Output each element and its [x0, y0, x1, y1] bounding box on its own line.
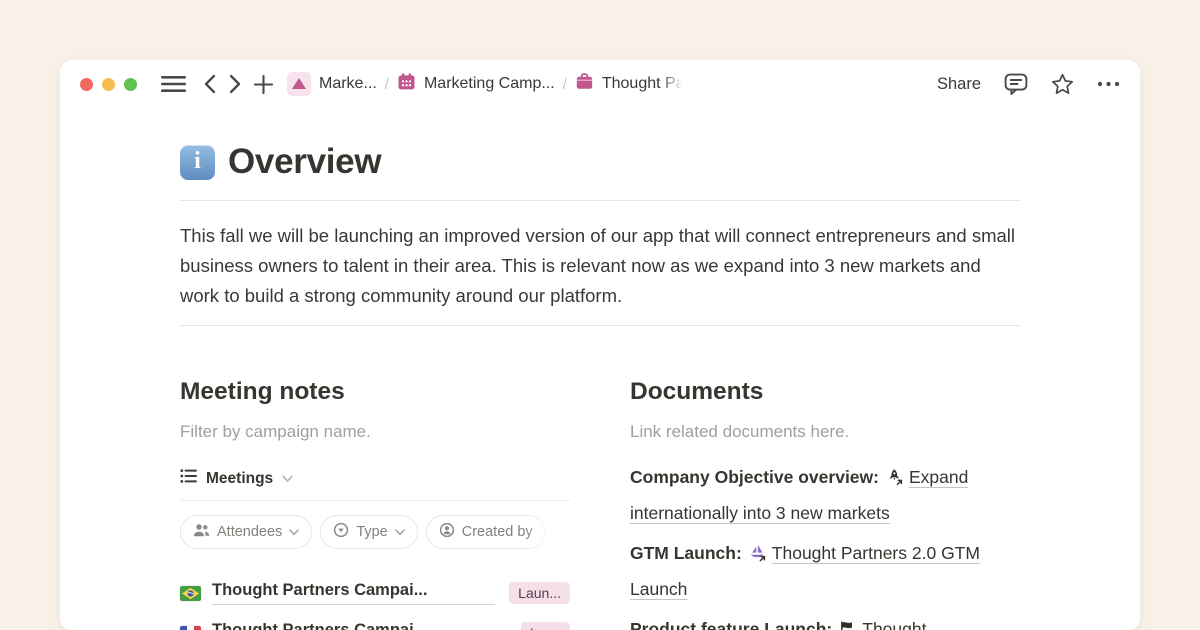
breadcrumb-label: Marke... — [319, 75, 377, 93]
status-badge: Laun... — [509, 582, 570, 604]
document-item: GTM Launch: Thought Partners 2.0 GTM Lau… — [630, 537, 1020, 606]
page-content: Overview This fall we will be launching … — [60, 142, 1140, 630]
filter-created-by[interactable]: Created by — [426, 515, 546, 549]
document-label: Product feature Launch: — [630, 619, 832, 630]
person-icon — [439, 522, 455, 542]
breadcrumb-separator: / — [385, 76, 389, 93]
filter-type[interactable]: Type — [320, 515, 417, 549]
filter-chips-row: Attendees Type — [180, 515, 570, 549]
new-page-icon[interactable] — [254, 75, 273, 94]
sailboat-icon — [749, 540, 767, 573]
filter-label: Type — [356, 524, 387, 540]
chevron-down-icon — [395, 524, 405, 540]
forward-icon[interactable] — [229, 74, 242, 94]
breadcrumb-thought-partners[interactable]: Thought Pa — [575, 72, 685, 96]
close-window-button[interactable] — [80, 78, 93, 91]
documents-subtext: Link related documents here. — [630, 422, 1020, 442]
document-item: Company Objective overview: Expand inter… — [630, 461, 1020, 530]
people-icon — [193, 523, 210, 542]
briefcase-icon — [575, 72, 594, 96]
calendar-icon — [397, 72, 416, 96]
select-icon — [333, 522, 349, 542]
comments-icon[interactable] — [1004, 73, 1028, 95]
traffic-lights — [80, 78, 137, 91]
chevron-down-icon — [282, 470, 293, 488]
breadcrumb: Marke... / Marketing Camp... / Thought P… — [287, 72, 685, 96]
meetings-view-selector[interactable]: Meetings — [180, 468, 570, 489]
brazil-flag-icon — [180, 586, 201, 601]
more-options-icon[interactable] — [1097, 81, 1120, 87]
share-button[interactable]: Share — [937, 75, 981, 94]
zoom-window-button[interactable] — [124, 78, 137, 91]
info-emoji-icon — [180, 145, 215, 180]
divider — [180, 325, 1020, 326]
rocket-icon — [886, 464, 904, 497]
status-badge: Laun — [521, 622, 570, 630]
list-view-icon — [180, 468, 197, 489]
document-item: Product feature Launch: Thought — [630, 613, 1020, 630]
divider — [180, 500, 570, 501]
chevron-down-icon — [289, 524, 299, 540]
topbar-actions: Share — [937, 73, 1120, 95]
flag-icon — [839, 616, 857, 630]
documents-heading: Documents — [630, 378, 1020, 406]
page-title-row: Overview — [180, 142, 1020, 182]
two-column-layout: Meeting notes Filter by campaign name. M… — [180, 378, 1020, 630]
back-icon[interactable] — [203, 74, 216, 94]
france-flag-icon — [180, 626, 201, 630]
document-label: GTM Launch: — [630, 543, 742, 563]
view-label: Meetings — [206, 470, 273, 488]
documents-column: Documents Link related documents here. C… — [630, 378, 1020, 630]
meeting-notes-column: Meeting notes Filter by campaign name. M… — [180, 378, 570, 630]
divider — [180, 200, 1020, 201]
meeting-list: Thought Partners Campai... Laun... Thoug… — [180, 581, 570, 630]
favorite-star-icon[interactable] — [1051, 73, 1074, 95]
document-label: Company Objective overview: — [630, 467, 879, 487]
breadcrumb-workspace[interactable]: Marke... — [287, 72, 377, 96]
breadcrumb-separator: / — [563, 76, 567, 93]
breadcrumb-label: Thought Pa — [602, 75, 685, 93]
window-topbar: Marke... / Marketing Camp... / Thought P… — [60, 60, 1140, 108]
filter-label: Attendees — [217, 524, 282, 540]
sidebar-toggle-icon[interactable] — [161, 75, 186, 93]
triangle-logo-icon — [287, 72, 311, 96]
page-title: Overview — [228, 142, 381, 182]
minimize-window-button[interactable] — [102, 78, 115, 91]
intro-paragraph: This fall we will be launching an improv… — [180, 221, 1020, 311]
meeting-page-link[interactable]: Thought Partners Campai... — [212, 581, 495, 605]
meeting-row[interactable]: Thought Partners Campai... Laun... — [180, 581, 570, 605]
breadcrumb-label: Marketing Camp... — [424, 75, 555, 93]
document-page-link[interactable]: Thought — [862, 619, 926, 630]
meeting-notes-heading: Meeting notes — [180, 378, 570, 406]
notion-window: Marke... / Marketing Camp... / Thought P… — [60, 60, 1140, 630]
filter-attendees[interactable]: Attendees — [180, 515, 312, 549]
meeting-page-link[interactable]: Thought Partners Campai — [212, 621, 507, 630]
breadcrumb-marketing-campaigns[interactable]: Marketing Camp... — [397, 72, 555, 96]
meeting-notes-subtext: Filter by campaign name. — [180, 422, 570, 442]
meeting-row[interactable]: Thought Partners Campai Laun — [180, 621, 570, 630]
filter-label: Created by — [462, 524, 533, 540]
